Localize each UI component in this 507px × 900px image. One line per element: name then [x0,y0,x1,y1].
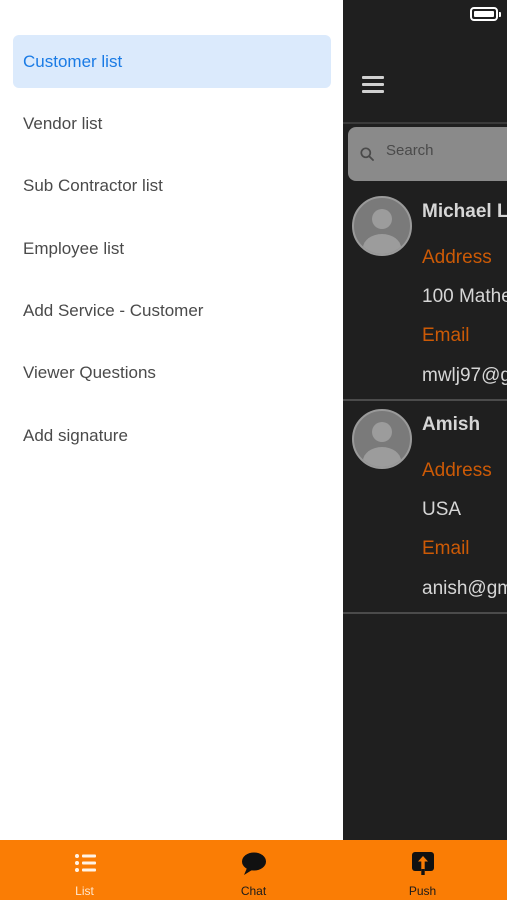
drawer-item-employee-list[interactable]: Employee list [13,222,331,275]
contact-name: Michael L [422,201,507,222]
contact-name: Amish [422,414,481,435]
email-label: Email [422,325,470,346]
drawer-item-add-service-customer[interactable]: Add Service - Customer [13,284,331,337]
person-icon [363,422,401,467]
email-label: Email [422,538,470,559]
contact-email: anish@gm [422,578,507,599]
header-divider [343,122,507,124]
tab-label: List [75,884,94,898]
chat-icon [241,852,266,875]
drawer-item-sub-contractor-list[interactable]: Sub Contractor list [13,159,331,212]
search-input[interactable] [386,142,506,159]
push-icon [411,852,434,875]
list-icon [74,854,96,872]
drawer-item-viewer-questions[interactable]: Viewer Questions [13,346,331,399]
drawer-item-customer-list[interactable]: Customer list [13,35,331,88]
tab-chat[interactable]: Chat [169,840,338,900]
contact-row[interactable]: Amish Address USA Email anish@gm [343,401,507,614]
avatar [352,409,412,469]
tab-label: Chat [240,884,267,898]
tab-bar: List Chat Push [0,840,507,900]
hamburger-menu-icon[interactable] [362,76,384,93]
tab-list[interactable]: List [0,840,169,900]
contact-row[interactable]: Michael L Address 100 Mathe Email mwlj97… [343,188,507,401]
drawer-item-vendor-list[interactable]: Vendor list [13,97,331,150]
main-screen: Michael L Address 100 Mathe Email mwlj97… [343,0,507,840]
contact-email: mwlj97@g [422,365,507,386]
battery-icon [470,7,501,21]
address-label: Address [422,247,492,268]
person-icon [363,209,401,254]
drawer-item-add-signature[interactable]: Add signature [13,409,331,462]
search-icon [360,147,374,161]
contact-address: USA [422,499,462,520]
avatar [352,196,412,256]
tab-push[interactable]: Push [338,840,507,900]
search-bar[interactable] [348,127,507,181]
side-drawer: Customer list Vendor list Sub Contractor… [0,0,343,840]
address-label: Address [422,460,492,481]
tab-label: Push [408,884,437,898]
contact-address: 100 Mathe [422,286,507,307]
